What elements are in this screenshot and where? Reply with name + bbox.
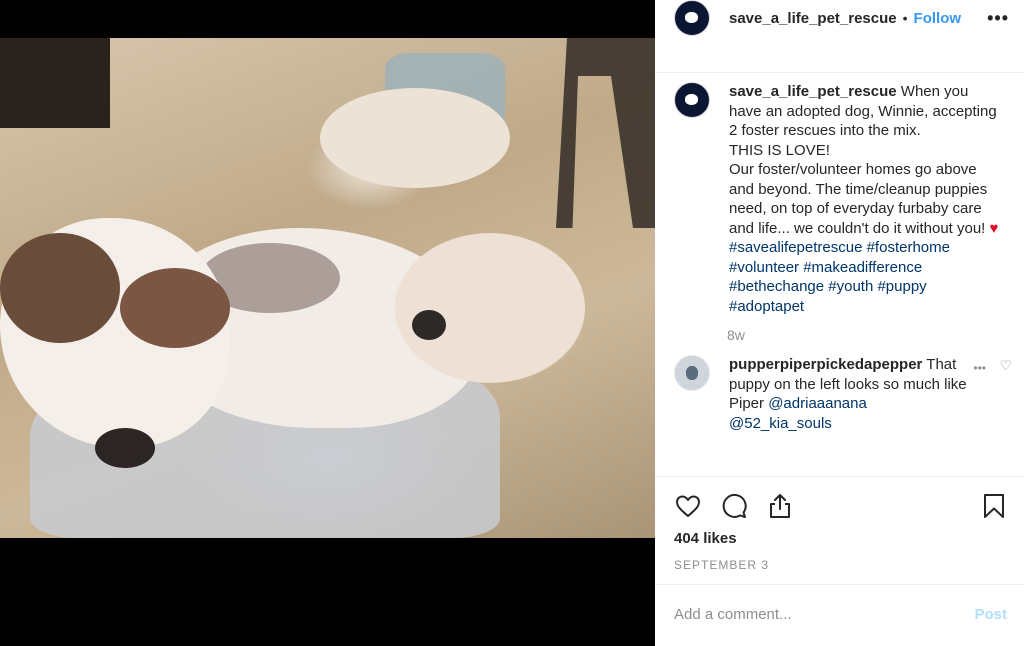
caption-text: save_a_life_pet_rescue When you have an … <box>729 82 999 316</box>
comments-section[interactable]: save_a_life_pet_rescue When you have an … <box>655 72 1024 472</box>
photo-dog-right-head <box>395 233 585 383</box>
photo-floor <box>0 38 110 128</box>
like-count[interactable]: 404 likes <box>674 530 737 547</box>
caption-age[interactable]: 8w <box>727 327 1024 343</box>
comment-mention-1[interactable]: @adriaaanana <box>768 395 867 412</box>
post-caption: save_a_life_pet_rescue When you have an … <box>655 72 1024 316</box>
compose-divider <box>655 584 1024 585</box>
comment-like-icon[interactable]: ♡ <box>999 357 1012 374</box>
post-header: save_a_life_pet_rescue • Follow ••• <box>655 0 1024 36</box>
post-media-panel <box>0 0 655 646</box>
photo-dog-back <box>320 88 510 188</box>
comment-item: pupperpiperpickedapepper That puppy on t… <box>655 343 1024 433</box>
heart-outline-icon[interactable] <box>674 492 702 520</box>
post-date[interactable]: SEPTEMBER 3 <box>674 558 769 572</box>
photo-dog-left-spot <box>120 268 230 348</box>
header-separator: • <box>902 10 908 26</box>
more-options-icon[interactable]: ••• <box>987 8 1009 29</box>
comment-input[interactable]: Add a comment... <box>674 606 792 623</box>
author-username[interactable]: save_a_life_pet_rescue <box>729 10 897 27</box>
photo-dog-right-nose <box>412 310 446 340</box>
action-bar <box>655 476 1024 536</box>
caption-line-3: Our foster/volunteer homes go above and … <box>729 161 988 237</box>
photo-dog-left-ear <box>0 233 120 343</box>
caption-hashtags[interactable]: #savealifepetrescue #fosterhome #volunte… <box>729 239 950 315</box>
comment-more-icon[interactable]: ••• <box>973 361 986 375</box>
follow-button[interactable]: Follow <box>914 10 962 27</box>
caption-avatar[interactable] <box>674 82 710 118</box>
caption-username[interactable]: save_a_life_pet_rescue <box>729 83 897 100</box>
post-photo[interactable] <box>0 38 655 538</box>
post-comment-button[interactable]: Post <box>974 606 1007 623</box>
share-icon[interactable] <box>766 492 794 520</box>
post-sidebar: save_a_life_pet_rescue • Follow ••• save… <box>655 0 1024 646</box>
comment-mention-2[interactable]: @52_kia_souls <box>729 415 832 432</box>
photo-table <box>556 38 655 228</box>
bookmark-icon[interactable] <box>980 492 1008 520</box>
commenter-avatar[interactable] <box>674 355 710 391</box>
heart-emoji: ♥ <box>989 219 999 237</box>
speech-bubble-icon[interactable] <box>720 492 748 520</box>
photo-dog-left-nose <box>95 428 155 468</box>
caption-line-2: THIS IS LOVE! <box>729 141 830 159</box>
commenter-username[interactable]: pupperpiperpickedapepper <box>729 356 922 373</box>
comment-text: pupperpiperpickedapepper That puppy on t… <box>729 355 974 433</box>
author-avatar[interactable] <box>674 0 710 36</box>
